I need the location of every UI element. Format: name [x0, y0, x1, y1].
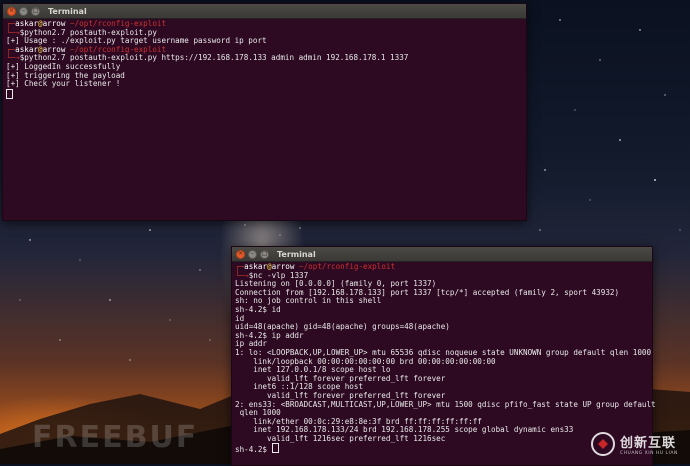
terminal-line: valid_lft 1216sec preferred_lft 1216sec	[235, 433, 649, 444]
cursor-icon	[6, 88, 13, 99]
window-titlebar[interactable]: × – □ Terminal	[232, 247, 652, 262]
brand-watermark: 创新互联 CHUANG XIN HU LIAN	[590, 424, 690, 464]
terminal-line: sh-4.2$ id	[235, 305, 649, 315]
terminal-line: sh-4.2$ ip addr	[235, 331, 649, 341]
close-icon[interactable]: ×	[7, 6, 16, 16]
terminal-line: [+] Check your listener !	[6, 79, 523, 89]
output-text: [+] Check your listener !	[6, 79, 121, 89]
window-title: Terminal	[277, 249, 316, 259]
maximize-icon[interactable]: □	[31, 6, 40, 16]
brand-logo-icon	[591, 432, 615, 456]
window-titlebar[interactable]: × – □ Terminal	[3, 4, 526, 19]
output-text: 2: ens33: <BROADCAST,MULTICAST,UP,LOWER_…	[235, 399, 656, 409]
window-title: Terminal	[48, 6, 87, 16]
prompt-path: /opt/rconfig-exploit	[303, 262, 396, 271]
freebuf-watermark: FREEBUF	[32, 420, 199, 455]
minimize-icon[interactable]: –	[248, 249, 257, 259]
terminal-output[interactable]: ┌─askar@arrow ~/opt/rconfig-exploit └─→$n…	[232, 262, 656, 455]
terminal-window-exploit[interactable]: × – □ Terminal ┌─askar@arrow ~/opt/rconf…	[2, 3, 527, 221]
brand-name-cn: 创新互联	[620, 436, 677, 451]
maximize-icon[interactable]: □	[260, 249, 269, 259]
terminal-output[interactable]: ┌─askar@arrow ~/opt/rconfig-exploit └─→$p…	[3, 19, 526, 99]
brand-name-en: CHUANG XIN HU LIAN	[620, 451, 678, 456]
cursor-icon	[271, 443, 279, 454]
terminal-line: sh: no job control in this shell	[235, 297, 649, 306]
terminal-line: sh-4.2$	[235, 443, 649, 455]
output-text: sh-4.2$	[235, 445, 272, 455]
terminal-line: 2: ens33: <BROADCAST,MULTICAST,UP,LOWER_…	[235, 400, 656, 410]
close-icon[interactable]: ×	[236, 249, 245, 259]
terminal-line	[6, 88, 523, 99]
output-text: valid_lft 1216sec preferred_lft 1216sec	[235, 433, 446, 443]
minimize-icon[interactable]: –	[19, 6, 28, 16]
